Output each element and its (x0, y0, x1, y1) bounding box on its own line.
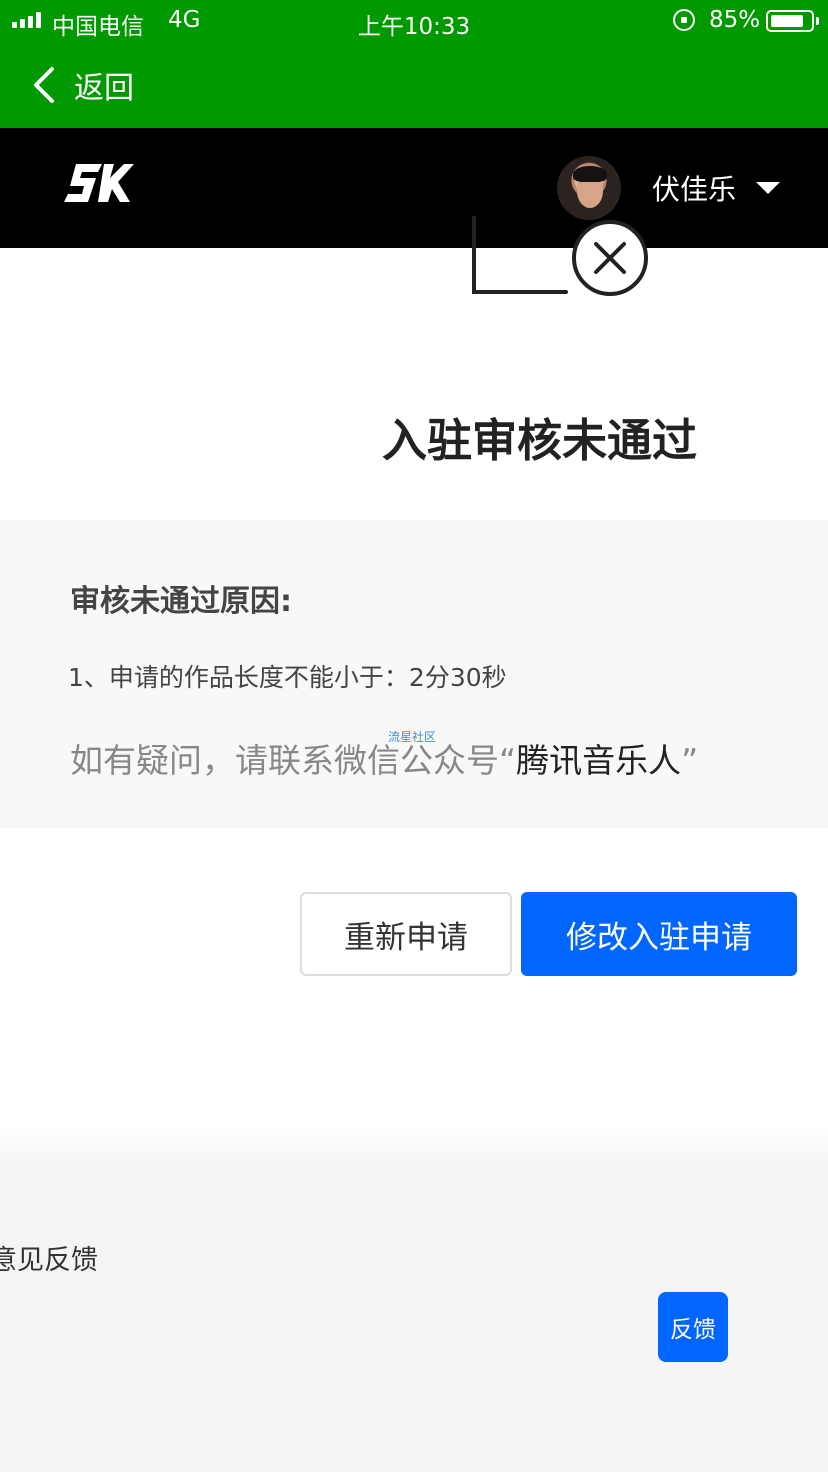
contact-prefix: 如有疑问，请联系微信公众号“ (70, 741, 517, 780)
reason-item: 1、申请的作品长度不能小于：2分30秒 (68, 663, 507, 692)
chevron-left-icon (34, 67, 54, 103)
watermark: 流星社区 (388, 730, 437, 744)
feedback-label: 意见反馈 (0, 1245, 98, 1276)
battery-cap (816, 17, 819, 25)
contact-suffix: ” (681, 741, 699, 780)
status-bar: 中国电信 4G 上午10:33 85% (0, 0, 828, 42)
footer-fade (0, 1130, 828, 1170)
feedback-button[interactable]: 反馈 (658, 1292, 728, 1362)
avatar[interactable] (557, 156, 621, 220)
status-time: 上午10:33 (357, 14, 471, 40)
back-button[interactable]: 返回 (30, 62, 134, 108)
result-title: 入驻审核未通过 (382, 414, 698, 467)
modify-application-button[interactable]: 修改入驻申请 (521, 892, 797, 976)
nav-bar: 返回 (0, 42, 828, 128)
contact-line: 如有疑问，请联系微信公众号“腾讯音乐人” (70, 734, 698, 782)
screen: 中国电信 4G 上午10:33 85% 返回 伏佳乐 入驻审核未通过 审核未通过… (0, 0, 828, 1472)
reason-panel: 审核未通过原因: 1、申请的作品长度不能小于：2分30秒 如有疑问，请联系微信公… (0, 520, 828, 828)
brand-logo[interactable] (62, 162, 134, 204)
battery-icon (766, 10, 814, 32)
back-label: 返回 (74, 71, 134, 106)
username[interactable]: 伏佳乐 (652, 168, 736, 208)
caret-down-icon[interactable] (756, 182, 780, 194)
rejected-document-icon (472, 216, 648, 296)
contact-account: 腾讯音乐人 (516, 741, 682, 780)
reason-heading: 审核未通过原因: (70, 584, 292, 619)
battery-percent: 85% (709, 7, 761, 33)
rotation-lock-icon (673, 9, 695, 31)
reapply-button[interactable]: 重新申请 (300, 892, 512, 976)
